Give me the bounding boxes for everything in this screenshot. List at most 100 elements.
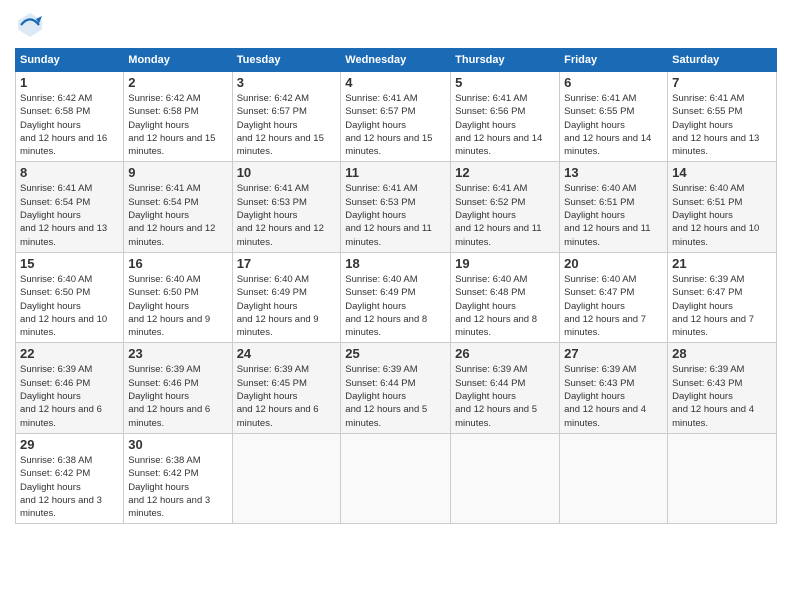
day-info: Sunrise: 6:40 AM Sunset: 6:49 PM Dayligh… <box>345 273 446 339</box>
day-info: Sunrise: 6:39 AM Sunset: 6:45 PM Dayligh… <box>237 363 337 429</box>
day-info: Sunrise: 6:38 AM Sunset: 6:42 PM Dayligh… <box>20 454 119 520</box>
week-row-5: 29 Sunrise: 6:38 AM Sunset: 6:42 PM Dayl… <box>16 433 777 523</box>
header-wednesday: Wednesday <box>341 49 451 72</box>
calendar-cell: 8 Sunrise: 6:41 AM Sunset: 6:54 PM Dayli… <box>16 162 124 252</box>
logo-icon <box>15 10 45 40</box>
day-info: Sunrise: 6:39 AM Sunset: 6:43 PM Dayligh… <box>672 363 772 429</box>
calendar-cell: 23 Sunrise: 6:39 AM Sunset: 6:46 PM Dayl… <box>124 343 232 433</box>
calendar-cell: 4 Sunrise: 6:41 AM Sunset: 6:57 PM Dayli… <box>341 72 451 162</box>
calendar-cell: 26 Sunrise: 6:39 AM Sunset: 6:44 PM Dayl… <box>451 343 560 433</box>
day-number: 13 <box>564 165 663 180</box>
calendar-cell: 25 Sunrise: 6:39 AM Sunset: 6:44 PM Dayl… <box>341 343 451 433</box>
calendar-cell <box>560 433 668 523</box>
day-number: 25 <box>345 346 446 361</box>
day-info: Sunrise: 6:41 AM Sunset: 6:57 PM Dayligh… <box>345 92 446 158</box>
day-number: 3 <box>237 75 337 90</box>
header-monday: Monday <box>124 49 232 72</box>
day-info: Sunrise: 6:39 AM Sunset: 6:46 PM Dayligh… <box>128 363 227 429</box>
day-number: 4 <box>345 75 446 90</box>
calendar-cell: 14 Sunrise: 6:40 AM Sunset: 6:51 PM Dayl… <box>668 162 777 252</box>
week-row-3: 15 Sunrise: 6:40 AM Sunset: 6:50 PM Dayl… <box>16 252 777 342</box>
day-info: Sunrise: 6:41 AM Sunset: 6:54 PM Dayligh… <box>20 182 119 248</box>
day-number: 20 <box>564 256 663 271</box>
day-info: Sunrise: 6:42 AM Sunset: 6:58 PM Dayligh… <box>128 92 227 158</box>
day-number: 19 <box>455 256 555 271</box>
header-sunday: Sunday <box>16 49 124 72</box>
header-thursday: Thursday <box>451 49 560 72</box>
calendar-cell: 7 Sunrise: 6:41 AM Sunset: 6:55 PM Dayli… <box>668 72 777 162</box>
day-info: Sunrise: 6:42 AM Sunset: 6:58 PM Dayligh… <box>20 92 119 158</box>
calendar-cell <box>451 433 560 523</box>
day-info: Sunrise: 6:40 AM Sunset: 6:51 PM Dayligh… <box>672 182 772 248</box>
calendar-cell: 6 Sunrise: 6:41 AM Sunset: 6:55 PM Dayli… <box>560 72 668 162</box>
day-info: Sunrise: 6:41 AM Sunset: 6:53 PM Dayligh… <box>345 182 446 248</box>
calendar-cell: 24 Sunrise: 6:39 AM Sunset: 6:45 PM Dayl… <box>232 343 341 433</box>
calendar-cell: 5 Sunrise: 6:41 AM Sunset: 6:56 PM Dayli… <box>451 72 560 162</box>
calendar-cell <box>341 433 451 523</box>
calendar-cell: 17 Sunrise: 6:40 AM Sunset: 6:49 PM Dayl… <box>232 252 341 342</box>
calendar-cell: 29 Sunrise: 6:38 AM Sunset: 6:42 PM Dayl… <box>16 433 124 523</box>
calendar-cell: 12 Sunrise: 6:41 AM Sunset: 6:52 PM Dayl… <box>451 162 560 252</box>
day-info: Sunrise: 6:41 AM Sunset: 6:54 PM Dayligh… <box>128 182 227 248</box>
day-number: 11 <box>345 165 446 180</box>
week-row-1: 1 Sunrise: 6:42 AM Sunset: 6:58 PM Dayli… <box>16 72 777 162</box>
day-number: 18 <box>345 256 446 271</box>
day-number: 24 <box>237 346 337 361</box>
logo <box>15 10 47 40</box>
day-number: 1 <box>20 75 119 90</box>
day-info: Sunrise: 6:39 AM Sunset: 6:47 PM Dayligh… <box>672 273 772 339</box>
calendar-cell: 1 Sunrise: 6:42 AM Sunset: 6:58 PM Dayli… <box>16 72 124 162</box>
page-header <box>15 10 777 40</box>
header-tuesday: Tuesday <box>232 49 341 72</box>
day-info: Sunrise: 6:41 AM Sunset: 6:52 PM Dayligh… <box>455 182 555 248</box>
day-number: 9 <box>128 165 227 180</box>
calendar-cell: 3 Sunrise: 6:42 AM Sunset: 6:57 PM Dayli… <box>232 72 341 162</box>
day-number: 17 <box>237 256 337 271</box>
calendar-cell: 28 Sunrise: 6:39 AM Sunset: 6:43 PM Dayl… <box>668 343 777 433</box>
day-number: 12 <box>455 165 555 180</box>
day-number: 10 <box>237 165 337 180</box>
day-number: 30 <box>128 437 227 452</box>
day-info: Sunrise: 6:38 AM Sunset: 6:42 PM Dayligh… <box>128 454 227 520</box>
calendar-cell: 19 Sunrise: 6:40 AM Sunset: 6:48 PM Dayl… <box>451 252 560 342</box>
day-info: Sunrise: 6:40 AM Sunset: 6:50 PM Dayligh… <box>128 273 227 339</box>
day-number: 15 <box>20 256 119 271</box>
day-number: 28 <box>672 346 772 361</box>
day-info: Sunrise: 6:41 AM Sunset: 6:56 PM Dayligh… <box>455 92 555 158</box>
day-number: 2 <box>128 75 227 90</box>
calendar-cell: 30 Sunrise: 6:38 AM Sunset: 6:42 PM Dayl… <box>124 433 232 523</box>
calendar-table: SundayMondayTuesdayWednesdayThursdayFrid… <box>15 48 777 524</box>
day-info: Sunrise: 6:40 AM Sunset: 6:47 PM Dayligh… <box>564 273 663 339</box>
calendar-cell: 11 Sunrise: 6:41 AM Sunset: 6:53 PM Dayl… <box>341 162 451 252</box>
day-info: Sunrise: 6:39 AM Sunset: 6:44 PM Dayligh… <box>455 363 555 429</box>
calendar-cell: 9 Sunrise: 6:41 AM Sunset: 6:54 PM Dayli… <box>124 162 232 252</box>
day-info: Sunrise: 6:39 AM Sunset: 6:46 PM Dayligh… <box>20 363 119 429</box>
header-row: SundayMondayTuesdayWednesdayThursdayFrid… <box>16 49 777 72</box>
day-info: Sunrise: 6:40 AM Sunset: 6:49 PM Dayligh… <box>237 273 337 339</box>
day-number: 6 <box>564 75 663 90</box>
day-number: 27 <box>564 346 663 361</box>
day-info: Sunrise: 6:41 AM Sunset: 6:55 PM Dayligh… <box>672 92 772 158</box>
week-row-4: 22 Sunrise: 6:39 AM Sunset: 6:46 PM Dayl… <box>16 343 777 433</box>
calendar-cell: 18 Sunrise: 6:40 AM Sunset: 6:49 PM Dayl… <box>341 252 451 342</box>
calendar-cell: 27 Sunrise: 6:39 AM Sunset: 6:43 PM Dayl… <box>560 343 668 433</box>
day-number: 7 <box>672 75 772 90</box>
calendar-cell: 22 Sunrise: 6:39 AM Sunset: 6:46 PM Dayl… <box>16 343 124 433</box>
day-info: Sunrise: 6:40 AM Sunset: 6:48 PM Dayligh… <box>455 273 555 339</box>
calendar-cell: 2 Sunrise: 6:42 AM Sunset: 6:58 PM Dayli… <box>124 72 232 162</box>
day-number: 29 <box>20 437 119 452</box>
day-number: 22 <box>20 346 119 361</box>
day-number: 5 <box>455 75 555 90</box>
day-info: Sunrise: 6:41 AM Sunset: 6:53 PM Dayligh… <box>237 182 337 248</box>
day-info: Sunrise: 6:40 AM Sunset: 6:50 PM Dayligh… <box>20 273 119 339</box>
day-info: Sunrise: 6:39 AM Sunset: 6:43 PM Dayligh… <box>564 363 663 429</box>
calendar-cell: 16 Sunrise: 6:40 AM Sunset: 6:50 PM Dayl… <box>124 252 232 342</box>
calendar-cell: 15 Sunrise: 6:40 AM Sunset: 6:50 PM Dayl… <box>16 252 124 342</box>
day-info: Sunrise: 6:39 AM Sunset: 6:44 PM Dayligh… <box>345 363 446 429</box>
day-info: Sunrise: 6:42 AM Sunset: 6:57 PM Dayligh… <box>237 92 337 158</box>
day-number: 8 <box>20 165 119 180</box>
calendar-cell <box>232 433 341 523</box>
header-saturday: Saturday <box>668 49 777 72</box>
day-number: 14 <box>672 165 772 180</box>
calendar-cell: 20 Sunrise: 6:40 AM Sunset: 6:47 PM Dayl… <box>560 252 668 342</box>
